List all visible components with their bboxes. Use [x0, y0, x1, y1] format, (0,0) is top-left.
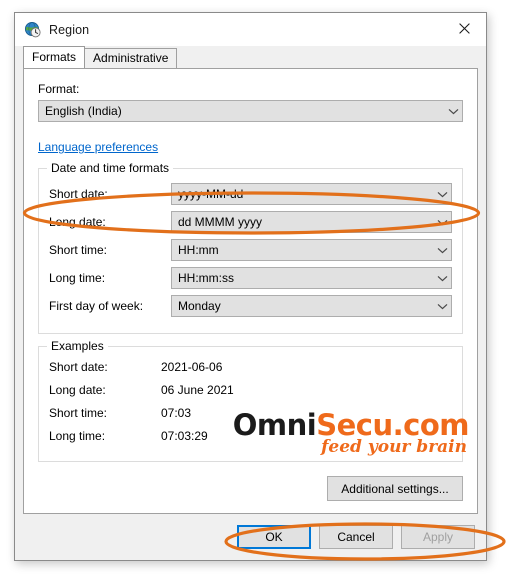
- short-time-label: Short time:: [49, 243, 108, 257]
- tab-administrative[interactable]: Administrative: [84, 48, 178, 68]
- first-day-of-week-combobox[interactable]: Monday: [171, 295, 452, 317]
- long-date-label: Long date:: [49, 215, 106, 229]
- additional-settings-button[interactable]: Additional settings...: [327, 476, 463, 501]
- first-day-of-week-label: First day of week:: [49, 299, 144, 313]
- additional-settings-row: Additional settings...: [327, 476, 463, 501]
- example-long-time-label: Long time:: [49, 428, 106, 443]
- chevron-down-icon: [444, 101, 462, 121]
- example-short-time-row: Short time: 07:03: [49, 401, 452, 424]
- long-date-combobox[interactable]: dd MMMM yyyy: [171, 211, 452, 233]
- long-time-row: Long time: HH:mm:ss: [49, 267, 452, 289]
- example-short-time-value: 07:03: [161, 405, 192, 420]
- chevron-down-icon: [433, 184, 451, 204]
- long-date-row: Long date: dd MMMM yyyy: [49, 211, 452, 233]
- language-preferences-link[interactable]: Language preferences: [38, 140, 158, 154]
- example-long-date-label: Long date:: [49, 382, 106, 397]
- example-short-time-label: Short time:: [49, 405, 108, 420]
- tab-strip: Formats Administrative: [15, 46, 486, 68]
- close-icon: [458, 23, 470, 34]
- short-date-label: Short date:: [49, 187, 108, 201]
- short-time-value: HH:mm: [178, 243, 219, 257]
- long-date-value: dd MMMM yyyy: [178, 215, 262, 229]
- date-time-formats-group: Date and time formats Short date: yyyy-M…: [38, 161, 463, 334]
- window-title: Region: [49, 22, 90, 37]
- chevron-down-icon: [433, 212, 451, 232]
- long-time-value: HH:mm:ss: [178, 271, 234, 285]
- region-dialog: Region Formats Administrative Format: En…: [14, 12, 487, 561]
- dialog-footer: OK Cancel Apply: [15, 514, 486, 560]
- title-bar: Region: [15, 13, 486, 46]
- format-label: Format:: [38, 82, 80, 96]
- chevron-down-icon: [433, 268, 451, 288]
- example-long-time-value: 07:03:29: [161, 428, 208, 443]
- chevron-down-icon: [433, 240, 451, 260]
- example-long-date-value: 06 June 2021: [161, 382, 234, 397]
- example-short-date-value: 2021-06-06: [161, 359, 223, 374]
- long-time-combobox[interactable]: HH:mm:ss: [171, 267, 452, 289]
- example-long-date-row: Long date: 06 June 2021: [49, 378, 452, 401]
- short-date-row: Short date: yyyy-MM-dd: [49, 183, 452, 205]
- cancel-button[interactable]: Cancel: [319, 525, 393, 549]
- apply-button: Apply: [401, 525, 475, 549]
- ok-button[interactable]: OK: [237, 525, 311, 549]
- date-time-formats-title: Date and time formats: [47, 161, 174, 175]
- first-day-of-week-row: First day of week: Monday: [49, 295, 452, 317]
- example-long-time-row: Long time: 07:03:29: [49, 424, 452, 447]
- example-short-date-label: Short date:: [49, 359, 108, 374]
- short-time-row: Short time: HH:mm: [49, 239, 452, 261]
- formats-tab-panel: Format: English (India) Language prefere…: [23, 68, 478, 514]
- format-combobox[interactable]: English (India): [38, 100, 463, 122]
- close-button[interactable]: [442, 13, 486, 44]
- tab-formats[interactable]: Formats: [23, 46, 86, 68]
- example-short-date-row: Short date: 2021-06-06: [49, 355, 452, 378]
- region-globe-icon: [24, 21, 41, 38]
- short-date-combobox[interactable]: yyyy-MM-dd: [171, 183, 452, 205]
- examples-group: Examples Short date: 2021-06-06 Long dat…: [38, 339, 463, 462]
- format-combobox-value: English (India): [45, 104, 122, 118]
- short-time-combobox[interactable]: HH:mm: [171, 239, 452, 261]
- first-day-of-week-value: Monday: [178, 299, 221, 313]
- short-date-value: yyyy-MM-dd: [178, 187, 244, 201]
- chevron-down-icon: [433, 296, 451, 316]
- long-time-label: Long time:: [49, 271, 106, 285]
- examples-title: Examples: [47, 339, 108, 353]
